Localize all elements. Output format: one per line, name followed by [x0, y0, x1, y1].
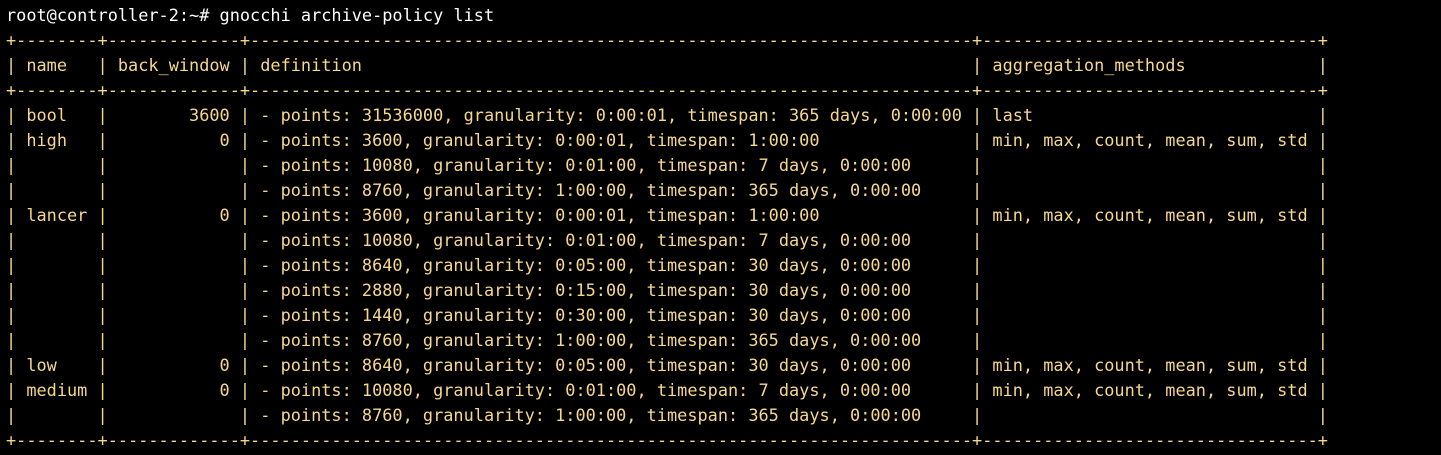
table-row: | | | - points: 8760, granularity: 1:00:…: [6, 330, 1328, 350]
table-row: | | | - points: 8640, granularity: 0:05:…: [6, 255, 1328, 275]
terminal-window[interactable]: root@controller-2:~# gnocchi archive-pol…: [0, 0, 1441, 455]
table-row: | medium | 0 | - points: 10080, granular…: [6, 380, 1328, 400]
table-row: | lancer | 0 | - points: 3600, granulari…: [6, 205, 1328, 225]
table-header-row: | name | back_window | definition | aggr…: [6, 55, 1328, 75]
table-row: | | | - points: 10080, granularity: 0:01…: [6, 230, 1328, 250]
table-header-divider: +--------+-------------+----------------…: [6, 80, 1328, 100]
table-row: | | | - points: 1440, granularity: 0:30:…: [6, 305, 1328, 325]
table-row: | bool | 3600 | - points: 31536000, gran…: [6, 105, 1328, 125]
table-row: | high | 0 | - points: 3600, granularity…: [6, 130, 1328, 150]
table-row: | low | 0 | - points: 8640, granularity:…: [6, 355, 1328, 375]
table-border-top: +--------+-------------+----------------…: [6, 30, 1328, 50]
table-row: | | | - points: 8760, granularity: 1:00:…: [6, 405, 1328, 425]
table-border-bottom: +--------+-------------+----------------…: [6, 430, 1328, 450]
table-row: | | | - points: 10080, granularity: 0:01…: [6, 155, 1328, 175]
command-prompt-line: root@controller-2:~# gnocchi archive-pol…: [6, 5, 495, 25]
table-row: | | | - points: 8760, granularity: 1:00:…: [6, 180, 1328, 200]
table-row: | | | - points: 2880, granularity: 0:15:…: [6, 280, 1328, 300]
